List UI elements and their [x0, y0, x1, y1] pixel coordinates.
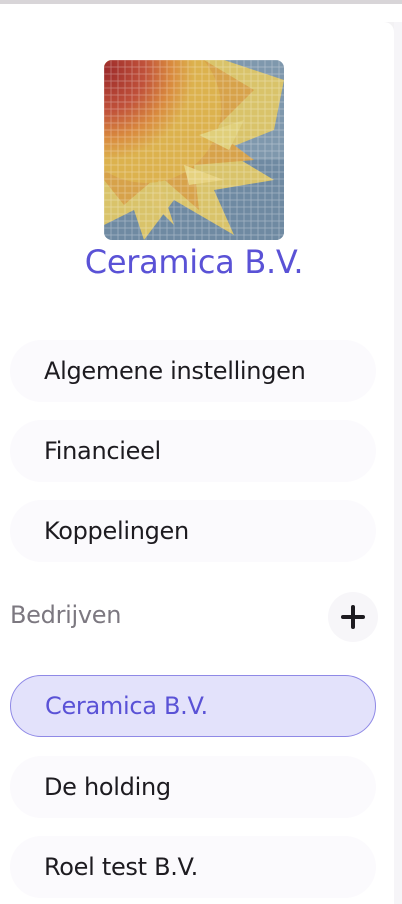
company-item-ceramica[interactable]: Ceramica B.V. [10, 675, 376, 737]
content-edge [394, 22, 402, 904]
company-name-title: Ceramica B.V. [84, 243, 304, 281]
mosaic-sun-logo-icon [104, 60, 284, 240]
company-logo[interactable] [104, 60, 284, 240]
add-company-button[interactable] [328, 592, 378, 642]
menu-item-financial[interactable]: Financieel [10, 420, 376, 482]
company-item-roel-test[interactable]: Roel test B.V. [10, 836, 376, 898]
menu-item-general-settings[interactable]: Algemene instellingen [10, 340, 376, 402]
top-spacer [0, 4, 402, 22]
menu-item-integrations[interactable]: Koppelingen [10, 500, 376, 562]
companies-section-label: Bedrijven [10, 601, 122, 629]
company-item-de-holding[interactable]: De holding [10, 756, 376, 818]
